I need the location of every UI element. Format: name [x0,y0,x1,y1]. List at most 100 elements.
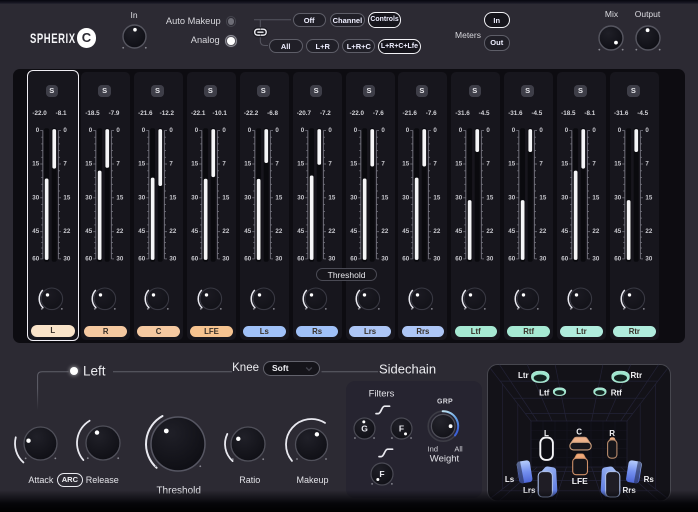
svg-text:30: 30 [434,255,441,262]
svg-text:30: 30 [403,194,410,201]
svg-text:F: F [399,424,404,434]
svg-text:15: 15 [138,161,145,168]
svg-text:0: 0 [592,127,596,134]
svg-text:0: 0 [434,127,438,134]
svg-text:7: 7 [381,161,385,168]
svg-text:15: 15 [244,161,251,168]
svg-text:30: 30 [592,255,599,262]
svg-text:15: 15 [275,194,282,201]
svg-text:22: 22 [222,228,229,235]
svg-text:30: 30 [169,255,176,262]
svg-text:0: 0 [512,127,516,134]
svg-text:F: F [379,469,384,479]
svg-text:0: 0 [222,127,226,134]
svg-text:30: 30 [487,255,494,262]
svg-text:15: 15 [456,161,463,168]
svg-text:7: 7 [275,161,279,168]
svg-text:30: 30 [222,255,229,262]
svg-text:15: 15 [64,194,71,201]
svg-text:0: 0 [539,127,543,134]
svg-text:7: 7 [328,161,332,168]
svg-text:30: 30 [138,194,145,201]
svg-text:15: 15 [33,161,40,168]
svg-text:60: 60 [456,255,463,262]
svg-text:60: 60 [403,255,410,262]
svg-text:45: 45 [350,228,357,235]
svg-text:7: 7 [169,161,173,168]
svg-text:7: 7 [592,161,596,168]
svg-text:15: 15 [381,194,388,201]
svg-text:15: 15 [169,194,176,201]
svg-text:15: 15 [645,194,652,201]
svg-text:22: 22 [487,228,494,235]
svg-text:7: 7 [434,161,438,168]
svg-text:22: 22 [539,228,546,235]
svg-text:30: 30 [328,255,335,262]
svg-text:45: 45 [297,228,304,235]
svg-text:45: 45 [85,228,92,235]
svg-text:0: 0 [353,127,357,134]
svg-text:15: 15 [508,161,515,168]
svg-text:0: 0 [645,127,649,134]
svg-text:45: 45 [33,228,40,235]
svg-text:0: 0 [89,127,93,134]
svg-text:45: 45 [614,228,621,235]
svg-text:15: 15 [117,194,124,201]
svg-text:45: 45 [456,228,463,235]
svg-text:0: 0 [565,127,569,134]
svg-text:30: 30 [64,255,71,262]
svg-text:0: 0 [300,127,304,134]
svg-text:15: 15 [614,161,621,168]
svg-text:7: 7 [64,161,68,168]
svg-text:60: 60 [614,255,621,262]
svg-text:30: 30 [381,255,388,262]
svg-text:0: 0 [328,127,332,134]
svg-text:60: 60 [244,255,251,262]
svg-text:30: 30 [614,194,621,201]
svg-text:30: 30 [275,255,282,262]
svg-text:45: 45 [403,228,410,235]
svg-text:0: 0 [36,127,40,134]
svg-text:22: 22 [328,228,335,235]
svg-text:30: 30 [508,194,515,201]
svg-text:30: 30 [350,194,357,201]
svg-text:60: 60 [297,255,304,262]
svg-text:22: 22 [434,228,441,235]
svg-text:0: 0 [459,127,463,134]
svg-text:7: 7 [645,161,649,168]
svg-text:15: 15 [328,194,335,201]
svg-text:15: 15 [539,194,546,201]
svg-text:30: 30 [297,194,304,201]
svg-text:0: 0 [406,127,410,134]
svg-text:22: 22 [117,228,124,235]
svg-text:22: 22 [592,228,599,235]
svg-text:0: 0 [618,127,622,134]
svg-text:60: 60 [33,255,40,262]
svg-text:30: 30 [561,194,568,201]
svg-text:60: 60 [350,255,357,262]
svg-text:15: 15 [592,194,599,201]
svg-text:0: 0 [381,127,385,134]
svg-text:0: 0 [64,127,68,134]
svg-text:30: 30 [33,194,40,201]
svg-text:0: 0 [142,127,146,134]
svg-text:0: 0 [117,127,121,134]
svg-text:45: 45 [508,228,515,235]
svg-text:15: 15 [434,194,441,201]
svg-text:0: 0 [248,127,252,134]
svg-text:7: 7 [222,161,226,168]
svg-text:45: 45 [561,228,568,235]
svg-text:45: 45 [191,228,198,235]
svg-text:G: G [361,424,368,434]
svg-text:15: 15 [350,161,357,168]
svg-text:15: 15 [403,161,410,168]
svg-text:15: 15 [487,194,494,201]
svg-text:0: 0 [275,127,279,134]
svg-text:22: 22 [381,228,388,235]
svg-text:15: 15 [222,194,229,201]
svg-text:7: 7 [539,161,543,168]
svg-text:15: 15 [561,161,568,168]
svg-text:60: 60 [138,255,145,262]
svg-text:22: 22 [169,228,176,235]
svg-text:30: 30 [117,255,124,262]
